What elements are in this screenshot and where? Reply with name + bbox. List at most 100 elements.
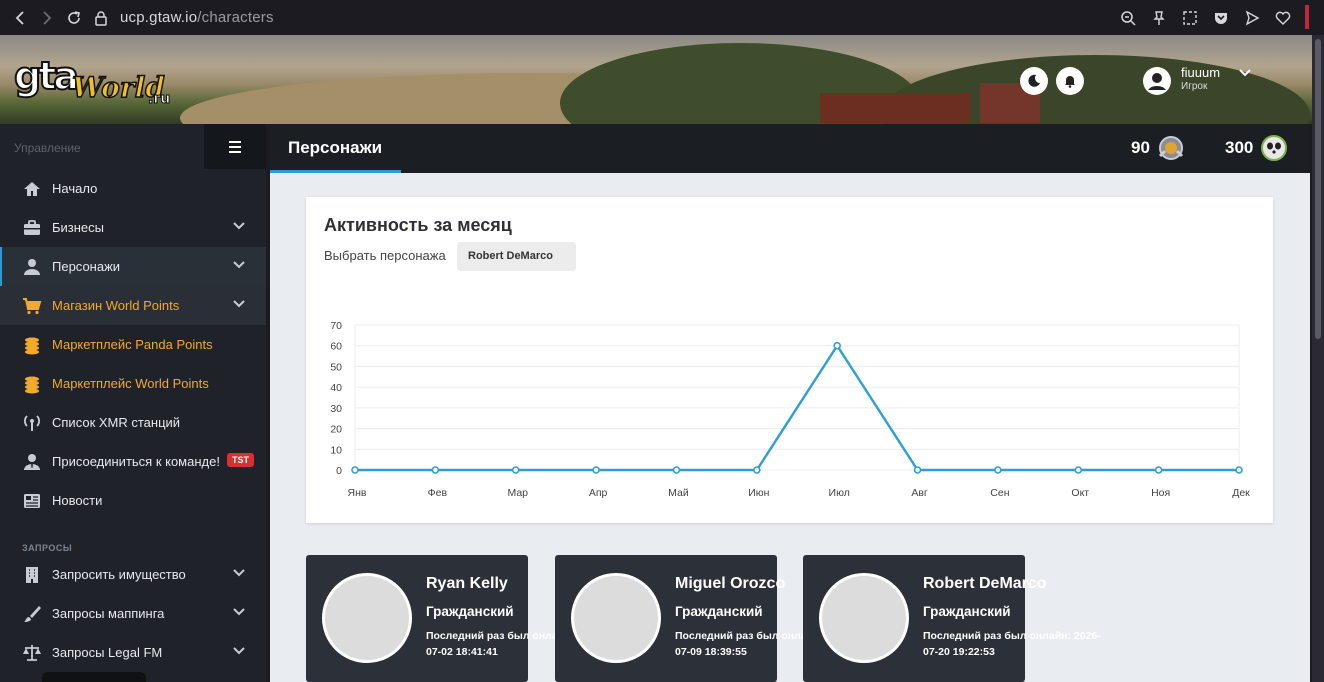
character-card[interactable]: Robert DeMarco Гражданский Последний раз… xyxy=(803,555,1101,682)
extension-marker xyxy=(1305,5,1309,29)
activity-card: Активность за месяц Выбрать персонажа Ro… xyxy=(306,197,1273,523)
url-host: ucp.gtaw.io xyxy=(120,9,198,26)
x-tick-label: Янв xyxy=(348,487,367,499)
sidebar-item-home[interactable]: Начало xyxy=(0,169,266,208)
sidebar-item-join-team[interactable]: Присоединиться к команде! TST xyxy=(0,442,266,481)
back-icon[interactable] xyxy=(6,4,33,31)
x-tick-label: Авг xyxy=(911,487,928,499)
chevron-down-icon xyxy=(233,647,245,655)
character-last-seen: Последний раз был онлайн: 2026- xyxy=(923,630,1101,642)
x-tick-label: Май xyxy=(668,487,689,499)
zoom-icon[interactable] xyxy=(1114,4,1141,31)
bell-icon xyxy=(1065,76,1075,88)
activity-chart: 0 10 20 30 40 50 60 70 Янв Фев Мар Апр Май Июн Июл Авг С… xyxy=(330,320,1250,499)
page-title: Персонажи xyxy=(288,138,383,157)
data-point xyxy=(511,466,520,474)
main-content: Активность за месяц Выбрать персонажа Ro… xyxy=(270,173,1310,682)
data-point xyxy=(1074,466,1083,474)
x-tick-label: Окт xyxy=(1071,487,1089,499)
sidebar-item-label: Список XMR станций xyxy=(52,415,181,430)
y-tick-label: 20 xyxy=(330,424,342,436)
sidebar-item-news[interactable]: Новости xyxy=(0,481,266,520)
chevron-down-icon xyxy=(233,261,245,269)
data-point xyxy=(1235,466,1243,474)
sidebar-item-characters[interactable]: Персонажи xyxy=(0,247,266,286)
gta-world-logo[interactable]: gta World .ru xyxy=(14,51,174,107)
x-tick-label: Фев xyxy=(428,487,448,499)
pin-icon[interactable] xyxy=(1145,4,1172,31)
forward-icon[interactable] xyxy=(33,4,60,31)
data-point xyxy=(1154,466,1163,474)
newspaper-icon xyxy=(24,494,40,508)
user-avatar xyxy=(1143,67,1171,95)
reload-icon[interactable] xyxy=(60,4,87,31)
character-card[interactable]: Miguel Orozco Гражданский Последний раз … xyxy=(555,555,853,682)
y-tick-label: 40 xyxy=(330,382,342,394)
pocket-icon[interactable] xyxy=(1207,4,1234,31)
sidebar: Управление Начало Бизнесы Персонажи Мага… xyxy=(0,124,266,682)
sidebar-toggle-button[interactable] xyxy=(204,124,266,169)
screenshot-icon[interactable] xyxy=(1176,4,1203,31)
sidebar-item-world-marketplace[interactable]: Маркетплейс World Points xyxy=(0,364,266,403)
scrollbar-thumb[interactable] xyxy=(1315,39,1321,339)
sidebar-item-label: Запросы Legal FM xyxy=(52,645,163,660)
browser-tools xyxy=(1114,4,1296,31)
x-tick-label: Мар xyxy=(507,487,528,499)
coins-icon xyxy=(25,376,39,394)
character-avatar xyxy=(819,573,909,663)
user-circle-icon xyxy=(1148,73,1166,90)
address-bar[interactable]: ucp.gtaw.io/characters xyxy=(120,9,274,26)
tst-badge: TST xyxy=(227,453,254,467)
heart-icon[interactable] xyxy=(1269,4,1296,31)
character-name: Miguel Orozco xyxy=(675,575,786,592)
x-tick-label: Дек xyxy=(1232,487,1250,499)
lock-icon[interactable] xyxy=(87,4,114,31)
y-tick-label: 0 xyxy=(336,465,342,477)
sidebar-item-request-property[interactable]: Запросить имущество xyxy=(0,555,266,594)
character-role: Гражданский xyxy=(675,604,763,619)
page-title-bar: Персонажи 90 300 xyxy=(270,124,1310,173)
x-tick-label: Июл xyxy=(829,487,850,499)
panda-points-coin-icon xyxy=(1261,135,1287,161)
y-tick-label: 10 xyxy=(330,444,342,456)
user-name: fiuuum xyxy=(1181,65,1221,80)
sidebar-bottom-tab xyxy=(42,672,146,682)
dark-mode-button[interactable] xyxy=(1020,67,1048,95)
home-icon xyxy=(24,182,40,196)
data-point xyxy=(913,466,922,474)
sidebar-item-legal-fm-requests[interactable]: Запросы Legal FM xyxy=(0,633,266,672)
data-point xyxy=(833,341,841,350)
brush-icon xyxy=(24,606,41,622)
character-name: Ryan Kelly xyxy=(426,575,508,592)
y-tick-label: 60 xyxy=(330,341,342,353)
sidebar-item-businesses[interactable]: Бизнесы xyxy=(0,208,266,247)
sidebar-item-panda-marketplace[interactable]: Маркетплейс Panda Points xyxy=(0,325,266,364)
character-avatar xyxy=(571,573,661,663)
send-icon[interactable] xyxy=(1238,4,1265,31)
y-tick-label: 70 xyxy=(330,320,342,332)
svg-text:gta: gta xyxy=(14,54,76,98)
hamburger-icon xyxy=(229,140,241,153)
world-points-coin-icon xyxy=(1158,136,1184,160)
user-role: Игрок xyxy=(1181,81,1208,92)
page-scrollbar[interactable] xyxy=(1312,35,1324,682)
sidebar-item-label: Запросить имущество xyxy=(52,567,186,582)
scales-icon xyxy=(23,645,41,661)
browser-nav xyxy=(6,4,114,31)
data-point xyxy=(431,466,440,474)
character-last-seen-date: 07-20 19:22:53 xyxy=(923,646,995,658)
browser-toolbar: ucp.gtaw.io/characters xyxy=(0,0,1324,35)
character-card[interactable]: Ryan Kelly Гражданский Последний раз был… xyxy=(306,555,604,682)
sidebar-item-label: Маркетплейс World Points xyxy=(52,376,209,391)
sidebar-item-world-points-shop[interactable]: Магазин World Points xyxy=(0,286,266,325)
coins-icon xyxy=(25,337,39,355)
briefcase-icon xyxy=(24,220,40,235)
notifications-button[interactable] xyxy=(1056,67,1084,95)
data-point xyxy=(753,466,761,474)
y-tick-label: 30 xyxy=(330,403,342,415)
sidebar-item-xmr-stations[interactable]: Список XMR станций xyxy=(0,403,266,442)
user-tie-icon xyxy=(24,454,40,470)
sidebar-item-label: Запросы маппинга xyxy=(52,606,165,621)
sidebar-item-mapping-requests[interactable]: Запросы маппинга xyxy=(0,594,266,633)
x-tick-label: Апр xyxy=(589,487,608,499)
